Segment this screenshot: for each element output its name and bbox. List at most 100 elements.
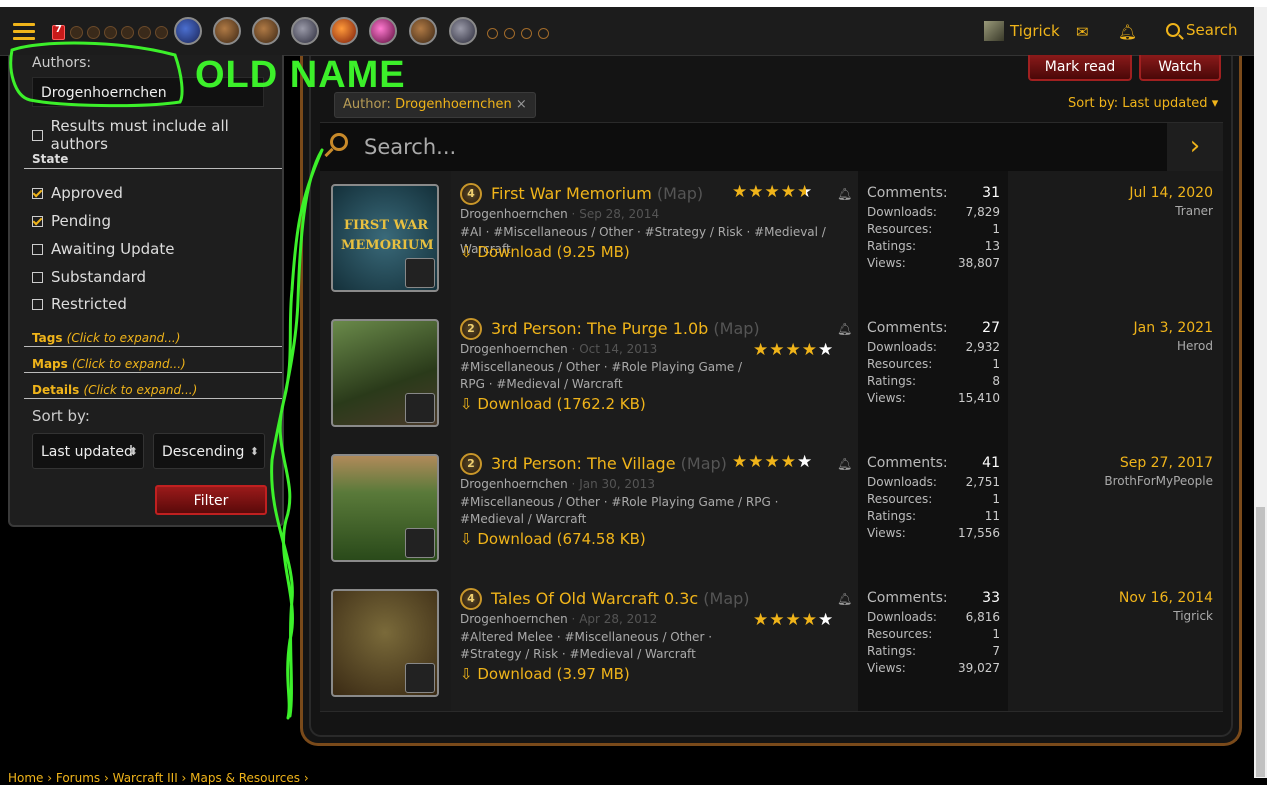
watch-bell-icon[interactable]: 🔔︎ [837,592,852,606]
state-label: Approved [51,184,123,202]
updated-by[interactable]: BrothForMyPeople [1104,474,1213,488]
bell-icon[interactable]: 🔔︎ [1118,23,1137,41]
sort-by-dropdown[interactable]: Sort by: Last updated ▾ [1068,96,1218,111]
resource-title[interactable]: 3rd Person: The Village (Map) [491,454,727,473]
state-approved-checkbox[interactable]: Approved [32,184,123,202]
state-awaiting-checkbox[interactable]: Awaiting Update [32,240,174,258]
maps-expand[interactable]: Maps (Click to expand...) [32,357,186,371]
updated-by[interactable]: Tigrick [1173,609,1213,623]
resource-thumbnail[interactable] [331,589,439,697]
game-icon-small[interactable] [121,26,134,39]
stat-resources: Resources: 1 [867,627,1000,641]
scrollbar-thumb[interactable] [1256,507,1265,777]
download-link[interactable]: ⇩ Download (1762.2 KB) [460,395,646,413]
game-icon-hammer[interactable] [409,17,437,45]
title-text: 3rd Person: The Village [491,454,676,473]
watch-bell-icon[interactable]: 🔔︎ [837,187,852,201]
game-icon-tiny[interactable] [504,28,515,39]
state-substandard-checkbox[interactable]: Substandard [32,268,146,286]
download-link[interactable]: ⇩ Download (9.25 MB) [460,243,630,261]
updated-date[interactable]: Jul 14, 2020 [1129,185,1213,201]
resource-thumbnail[interactable] [331,454,439,562]
tags-expand[interactable]: Tags (Click to expand...) [32,331,180,345]
updated-date[interactable]: Sep 27, 2017 [1120,455,1213,471]
stat-label: Resources: [867,627,933,641]
updated-by[interactable]: Traner [1175,204,1213,218]
state-restricted-checkbox[interactable]: Restricted [32,295,127,313]
game-icon-human[interactable] [174,17,202,45]
game-icon-tiny[interactable] [538,28,549,39]
chip-prefix: Author: [343,97,391,112]
game-icon-tiny[interactable] [521,28,532,39]
game-icon-magic[interactable] [369,17,397,45]
game-icon-orc[interactable] [213,17,241,45]
watch-bell-icon[interactable]: 🔔︎ [837,322,852,336]
sort-field-select[interactable]: Last updated [32,433,144,470]
notification-badge[interactable]: 7 [52,24,65,40]
sort-order-select[interactable]: Descending [153,433,265,470]
author-name[interactable]: Drogenhoernchen [460,342,568,356]
mail-icon[interactable]: ✉ [1076,23,1089,41]
game-icon-dwarf[interactable] [252,17,280,45]
stat-label: Comments: [867,590,948,606]
user-name: Tigrick [1010,22,1060,40]
details-expand[interactable]: Details (Click to expand...) [32,383,197,397]
mark-read-button[interactable]: Mark read [1028,55,1132,81]
tag-list[interactable]: #Miscellaneous / Other · #Role Playing G… [460,494,830,528]
updated-date[interactable]: Nov 16, 2014 [1119,590,1213,606]
search-bar: Search... › [320,122,1223,172]
download-link[interactable]: ⇩ Download (674.58 KB) [460,530,646,548]
resource-title[interactable]: Tales Of Old Warcraft 0.3c (Map) [491,589,750,608]
level-badge: 2 [460,318,482,340]
game-icon-small[interactable] [70,26,83,39]
level-badge: 2 [460,453,482,475]
menu-icon[interactable] [13,23,35,41]
game-icon-dragon[interactable] [449,17,477,45]
author-name[interactable]: Drogenhoernchen [460,477,568,491]
stat-ratings: Ratings: 11 [867,509,1000,523]
state-label: Awaiting Update [51,240,175,258]
tag-list[interactable]: #Altered Melee · #Miscellaneous / Other … [460,629,750,663]
map-type-icon [405,393,435,423]
author-name[interactable]: Drogenhoernchen [460,612,568,626]
download-link[interactable]: ⇩ Download (3.97 MB) [460,665,630,683]
game-icon-undead[interactable] [291,17,319,45]
updated-by[interactable]: Herod [1177,339,1213,353]
stat-ratings: Ratings: 8 [867,374,1000,388]
chip-remove-icon[interactable]: × [516,97,527,112]
search-input[interactable]: Search... [364,135,456,159]
nav-search-label: Search [1186,21,1238,39]
game-icon-small[interactable] [87,26,100,39]
user-menu[interactable]: Tigrick [984,21,1060,41]
stat-views: Views: 39,027 [867,661,1000,675]
breadcrumb[interactable]: Home › Forums › Warcraft III › Maps & Re… [8,771,309,785]
game-icon-fire[interactable] [330,17,358,45]
stat-label: Ratings: [867,374,916,388]
tag-list[interactable]: #Miscellaneous / Other · #Role Playing G… [460,359,760,393]
dot-separator: · [571,477,576,491]
nav-search-button[interactable]: Search [1166,21,1238,39]
resource-info: 2 3rd Person: The Village (Map) ★★★★★ 🔔︎… [460,441,858,576]
game-icon-tiny[interactable] [487,28,498,39]
resource-title[interactable]: 3rd Person: The Purge 1.0b (Map) [491,319,760,338]
created-date: Sep 28, 2014 [579,207,660,221]
resource-thumbnail[interactable] [331,319,439,427]
author-name[interactable]: Drogenhoernchen [460,207,568,221]
game-icon-small[interactable] [155,26,168,39]
search-go-button[interactable]: › [1167,123,1223,171]
download-label: Download (3.97 MB) [477,665,630,683]
game-icon-small[interactable] [104,26,117,39]
stat-label: Comments: [867,320,948,336]
checkbox-icon [32,129,43,141]
must-include-checkbox[interactable]: Results must include all authors [32,117,282,153]
filter-button[interactable]: Filter [155,485,267,515]
watch-bell-icon[interactable]: 🔔︎ [837,457,852,471]
watch-button[interactable]: Watch [1139,55,1221,81]
updated-date[interactable]: Jan 3, 2021 [1134,320,1213,336]
state-pending-checkbox[interactable]: Pending [32,212,111,230]
state-label: Pending [51,212,111,230]
resource-thumbnail[interactable]: FIRST WAR MEMORIUM [331,184,439,292]
page-scrollbar[interactable] [1254,7,1267,778]
resource-title[interactable]: First War Memorium (Map) [491,184,703,203]
game-icon-small[interactable] [138,26,151,39]
